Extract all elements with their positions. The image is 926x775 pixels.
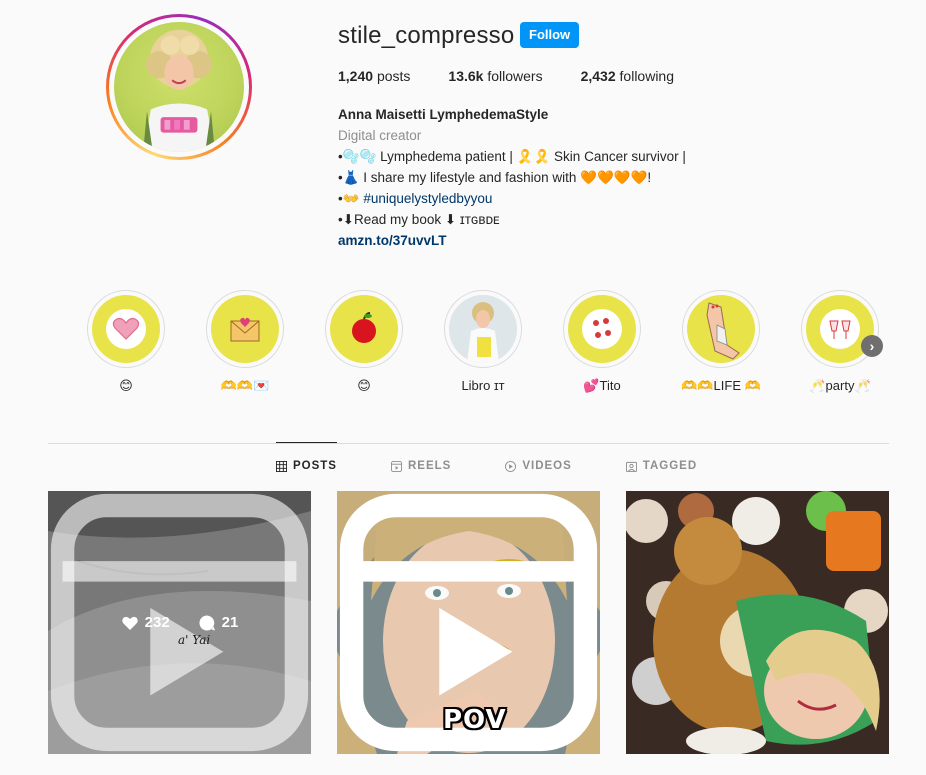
post-1-hover-overlay: 232 21 (48, 491, 311, 754)
tab-reels-label: REELS (407, 460, 452, 472)
profile-bio: Anna Maisetti LymphedemaStyle Digital cr… (338, 104, 798, 251)
display-name: Anna Maisetti LymphedemaStyle (338, 107, 549, 122)
tab-tagged-label: TAGGED (642, 460, 698, 472)
tag-icon (625, 461, 637, 472)
tab-posts[interactable]: POSTS (276, 442, 337, 489)
highlight-5[interactable]: 💕Tito (560, 290, 644, 394)
profile-tabs: POSTS REELS VIDEOS TAGGED (276, 442, 751, 489)
following-label: following (619, 68, 675, 84)
bio-line-2: •👗 I share my lifestyle and fashion with… (338, 167, 798, 188)
highlight-2[interactable]: 🫶🫶💌 (203, 290, 287, 394)
bio-line-4: •⬇Read my book ⬇ ɪᴛɢʙᴅᴇ (338, 212, 500, 227)
highlight-7-label: 🥂party🥂 (809, 378, 871, 393)
highlight-4[interactable]: Libro ɪᴛ (441, 290, 525, 393)
highlight-3[interactable]: 😊 (322, 290, 406, 394)
follow-button[interactable]: Follow (520, 22, 580, 48)
chevron-right-icon[interactable]: › (861, 335, 883, 357)
grid-icon (276, 460, 287, 472)
avatar-image (114, 22, 244, 152)
followers-label: followers (487, 68, 543, 84)
hashtag-link[interactable]: #uniquelystyledbyyou (363, 191, 492, 206)
comments-count: 21 (198, 614, 239, 632)
likes-count: 232 (121, 614, 170, 632)
highlight-6-label: 🫶🫶LIFE 🫶 (681, 378, 761, 393)
highlight-4-label: Libro ɪᴛ (461, 378, 505, 393)
highlight-2-label: 🫶🫶💌 (220, 378, 270, 393)
heart-icon (92, 295, 160, 363)
envelope-icon (211, 295, 279, 363)
tattoo-text: a' Yai (178, 633, 211, 647)
highlight-3-label: 😊 (357, 378, 371, 393)
heart-icon (121, 616, 138, 630)
post-3[interactable] (626, 491, 889, 754)
tab-videos[interactable]: VIDEOS (505, 443, 571, 489)
posts-count: 1,240 (338, 68, 374, 84)
tab-posts-label: POSTS (293, 460, 337, 472)
highlight-5-label: 💕Tito (583, 378, 621, 393)
highlight-1[interactable]: 😊 (84, 290, 168, 394)
bio-line-2-text: •👗 I share my lifestyle and fashion with (338, 170, 581, 185)
post-1[interactable]: 232 21 a' Yai (48, 491, 311, 754)
paw-icon (568, 295, 636, 363)
story-highlights: 😊 🫶🫶💌 😊 Libro ɪᴛ 💕Tito 🫶🫶LIFE 🫶 🥂party🥂 … (84, 290, 884, 400)
category-label: Digital creator (338, 128, 422, 143)
post-3-image (626, 491, 889, 754)
profile-avatar[interactable] (106, 14, 252, 160)
bio-line-3-prefix: •👐 (338, 191, 360, 206)
bio-line-3: •👐 #uniquelystyledbyyou (338, 188, 798, 209)
stat-posts: 1,240 posts (338, 68, 410, 84)
tab-reels[interactable]: REELS (390, 443, 452, 489)
post-2-caption: POV (443, 705, 507, 735)
followers-count: 13.6k (448, 68, 484, 84)
comment-icon (199, 614, 215, 630)
apple-icon (330, 295, 398, 363)
leg-icon (687, 295, 755, 363)
likes-value: 232 (144, 614, 170, 631)
book-photo (449, 295, 517, 363)
stat-following[interactable]: 2,432 following (581, 68, 674, 84)
username: stile_compresso (338, 22, 515, 49)
post-2[interactable]: POV (337, 491, 600, 754)
highlight-6[interactable]: 🫶🫶LIFE 🫶 (679, 290, 763, 394)
tab-videos-label: VIDEOS (522, 460, 572, 472)
tab-tagged[interactable]: TAGGED (625, 443, 698, 489)
bio-external-link[interactable]: amzn.to/37uvvLT (338, 230, 798, 251)
video-icon (505, 460, 517, 472)
bio-line-2-hearts: 🧡🧡🧡🧡! (580, 170, 652, 185)
following-count: 2,432 (580, 68, 616, 84)
posts-label: posts (376, 68, 411, 84)
reels-icon (390, 460, 402, 472)
profile-stats: 1,240 posts 13.6k followers 2,432 follow… (338, 68, 712, 84)
stat-followers[interactable]: 13.6k followers (448, 68, 542, 84)
highlight-1-label: 😊 (119, 378, 133, 393)
bio-line-1: •🫧🫧 Lymphedema patient | 🎗️🎗️ Skin Cance… (338, 149, 686, 164)
comments-value: 21 (221, 614, 239, 631)
